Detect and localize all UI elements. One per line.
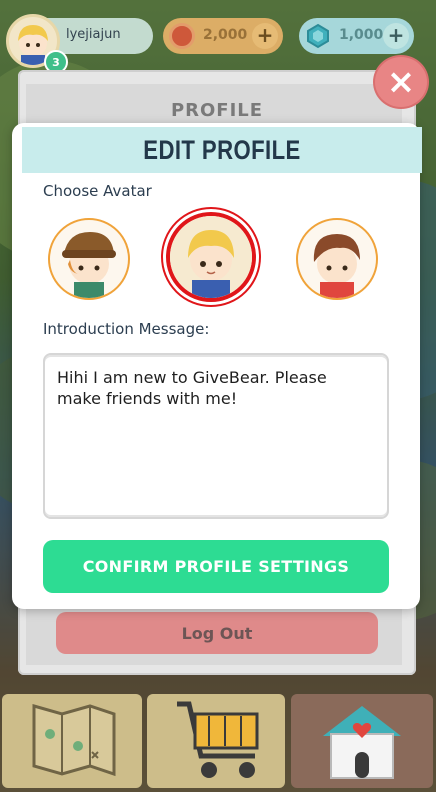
intro-message-label: Introduction Message:	[43, 320, 210, 338]
confirm-profile-settings-button[interactable]: CONFIRM PROFILE SETTINGS	[43, 540, 389, 593]
close-button[interactable]: ×	[373, 55, 429, 109]
username-label: lyejiajun	[66, 27, 121, 42]
add-gems-button[interactable]: +	[383, 23, 409, 49]
nav-home-button[interactable]	[291, 694, 433, 788]
nav-map-button[interactable]	[2, 694, 142, 788]
avatar-blonde-boy-icon	[170, 216, 252, 298]
coin-icon	[169, 23, 195, 49]
profile-title: PROFILE	[170, 100, 264, 121]
add-coins-button[interactable]: +	[252, 23, 278, 49]
bottom-nav	[0, 690, 436, 792]
coin-value: 2,000	[203, 27, 248, 43]
gem-icon	[305, 23, 331, 49]
modal-title: EDIT PROFILE	[143, 134, 301, 165]
home-heart-icon	[323, 706, 401, 779]
top-bar: 3 lyejiajun 2,000 + 1,000 +	[0, 0, 436, 74]
avatar-hat-boy-icon	[62, 232, 116, 298]
avatar-option-blonde-boy[interactable]	[166, 212, 256, 302]
avatar-option-brown-hair-boy[interactable]	[296, 218, 378, 300]
gem-balance: 1,000 +	[299, 18, 414, 54]
gem-value: 1,000	[339, 27, 384, 43]
nav-shop-button[interactable]	[147, 694, 285, 788]
intro-message-textarea[interactable]: Hihi I am new to GiveBear. Please make f…	[43, 353, 389, 519]
shopping-cart-icon	[177, 701, 259, 778]
close-icon: ×	[386, 62, 416, 102]
avatar-brown-hair-boy-icon	[313, 234, 360, 298]
avatar-option-hat-boy[interactable]	[48, 218, 130, 300]
map-icon	[32, 704, 116, 777]
coin-balance: 2,000 +	[163, 18, 283, 54]
logout-button[interactable]: Log Out	[56, 612, 378, 654]
choose-avatar-label: Choose Avatar	[43, 182, 152, 200]
modal-header: EDIT PROFILE	[22, 127, 422, 173]
